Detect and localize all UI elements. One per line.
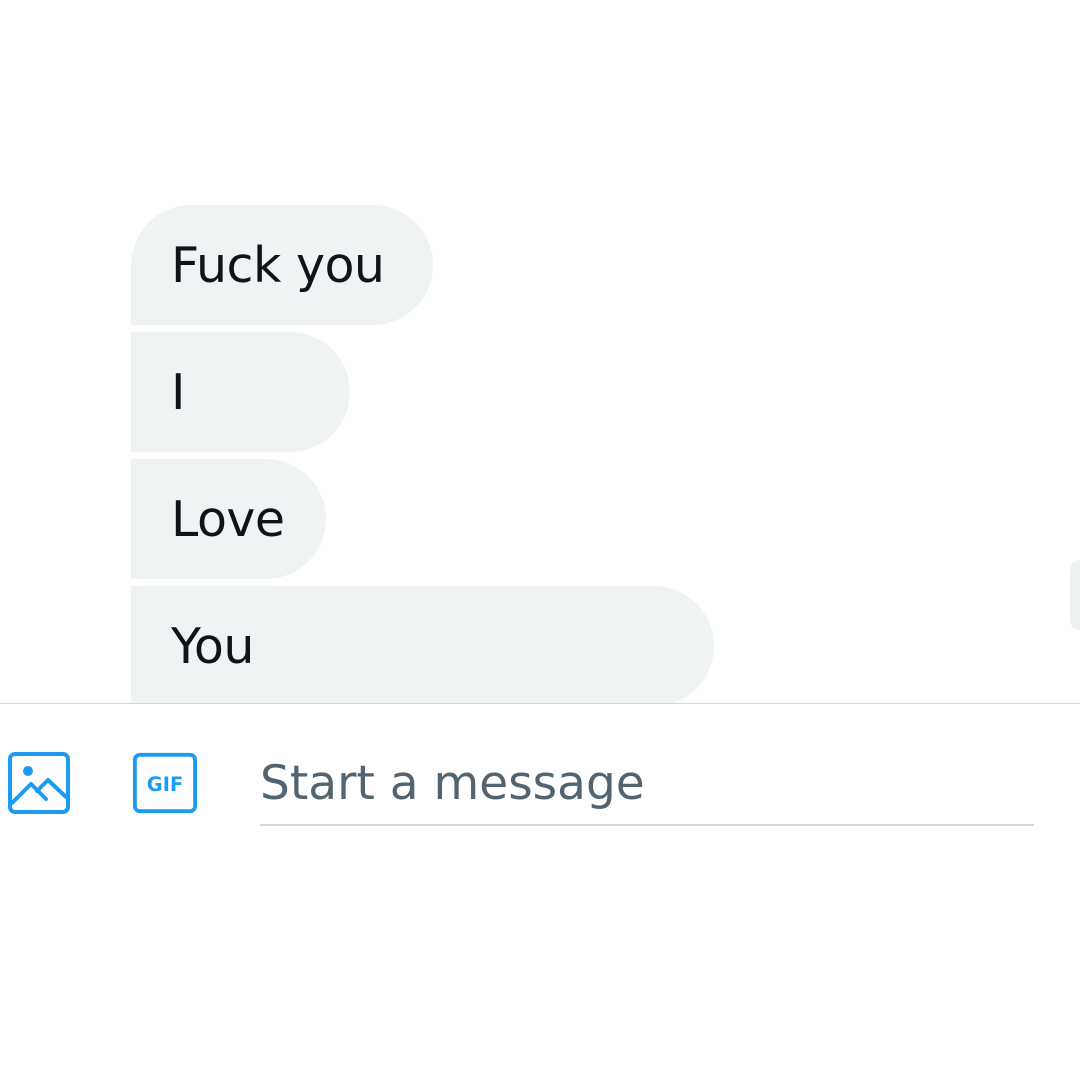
message-bubble[interactable]: Fuck you [131,205,433,325]
message-bubble[interactable]: You [131,586,714,703]
image-icon [8,752,70,814]
message-text: You [171,617,254,675]
message-input[interactable] [260,742,1034,826]
message-bubble[interactable]: I [131,332,350,452]
message-thread: Fuck you I Love You [131,205,831,703]
scroll-edge-indicator [1070,560,1080,630]
add-media-button[interactable] [6,750,72,816]
message-text: I [171,363,185,421]
gif-icon: GIF [132,752,198,814]
add-gif-button[interactable]: GIF [132,750,198,816]
message-text: Fuck you [171,236,385,294]
dm-conversation-screen: Fuck you I Love You GIF [0,0,1080,1080]
gif-icon-label: GIF [147,773,183,796]
message-bubble[interactable]: Love [131,459,326,579]
message-text: Love [171,490,285,548]
message-composer: GIF [0,703,1080,844]
